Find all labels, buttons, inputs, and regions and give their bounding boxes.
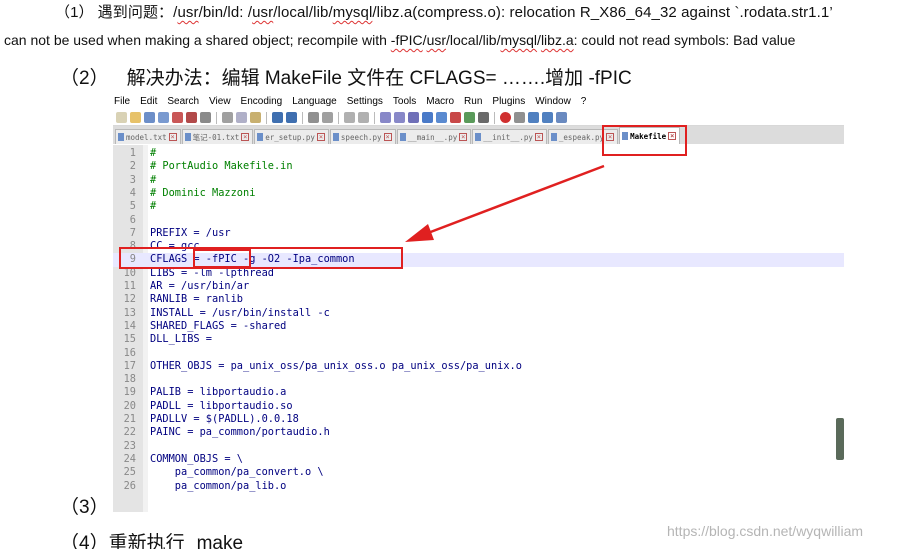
watermark: https://blog.csdn.net/wyqwilliam [667, 523, 864, 539]
step3-line: （3） [60, 492, 109, 519]
annotation-arrow-icon [405, 164, 605, 242]
make-command: make [196, 533, 244, 549]
step-number: （3） [60, 497, 109, 518]
step4-text: 重新执行 [108, 533, 185, 549]
vertical-scrollbar[interactable] [836, 418, 844, 460]
step4-line: （4）重新执行 make [60, 528, 243, 549]
step-number: （4） [60, 533, 109, 549]
